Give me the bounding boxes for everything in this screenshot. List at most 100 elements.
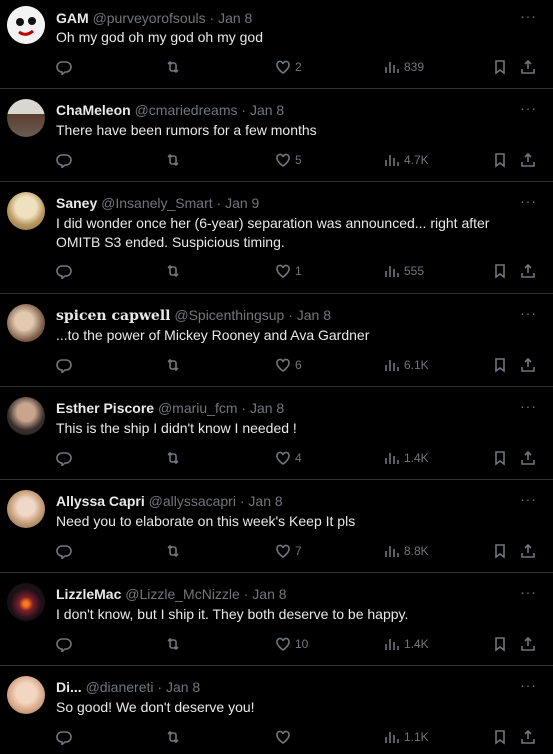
tweet[interactable]: Di... @dianereti · Jan 8 ··· So good! We… xyxy=(0,666,553,754)
more-options-icon[interactable]: ··· xyxy=(520,100,537,116)
like-button[interactable]: 4 xyxy=(275,449,302,467)
like-button[interactable]: 7 xyxy=(275,542,302,560)
user-name[interactable]: spicen capwell xyxy=(56,308,170,324)
like-button[interactable] xyxy=(275,728,295,746)
bookmark-button[interactable] xyxy=(492,356,508,374)
tweet[interactable]: GAM @purveyorofsouls · Jan 8 ··· Oh my g… xyxy=(0,0,553,89)
reply-button[interactable] xyxy=(56,728,72,746)
more-options-icon[interactable]: ··· xyxy=(520,677,537,693)
like-button[interactable]: 1 xyxy=(275,262,302,280)
views-button[interactable]: 839 xyxy=(384,58,424,76)
reply-button[interactable] xyxy=(56,262,72,280)
share-button[interactable] xyxy=(520,356,536,374)
avatar[interactable] xyxy=(7,397,45,435)
retweet-button[interactable] xyxy=(165,635,181,653)
share-button[interactable] xyxy=(520,151,536,169)
user-name[interactable]: Di... xyxy=(56,679,82,695)
retweet-icon xyxy=(167,264,179,278)
retweet-button[interactable] xyxy=(165,356,181,374)
timestamp[interactable]: Jan 8 xyxy=(252,586,286,602)
timestamp[interactable]: Jan 8 xyxy=(297,307,331,323)
more-options-icon[interactable]: ··· xyxy=(520,584,537,600)
more-options-icon[interactable]: ··· xyxy=(520,305,537,321)
reply-button[interactable] xyxy=(56,449,72,467)
user-handle[interactable]: @purveyorofsouls xyxy=(93,10,206,26)
tweet[interactable]: Allyssa Capri @allyssacapri · Jan 8 ··· … xyxy=(0,480,553,573)
views-button[interactable]: 555 xyxy=(384,262,424,280)
user-handle[interactable]: @dianereti xyxy=(86,679,154,695)
tweet[interactable]: LizzleMac @Lizzle_McNizzle · Jan 8 ··· I… xyxy=(0,573,553,666)
user-handle[interactable]: @Spicenthingsup xyxy=(174,307,284,323)
views-button[interactable]: 1.4K xyxy=(384,449,429,467)
views-button[interactable]: 1.4K xyxy=(384,635,429,653)
bookmark-button[interactable] xyxy=(492,542,508,560)
avatar[interactable] xyxy=(7,676,45,714)
tweet[interactable]: spicen capwell @Spicenthingsup · Jan 8 ·… xyxy=(0,294,553,387)
avatar[interactable] xyxy=(7,304,45,342)
share-button[interactable] xyxy=(520,728,536,746)
share-button[interactable] xyxy=(520,449,536,467)
views-button[interactable]: 1.1K xyxy=(384,728,429,746)
share-button[interactable] xyxy=(520,262,536,280)
user-name[interactable]: Esther Piscore xyxy=(56,400,154,416)
retweet-button[interactable] xyxy=(165,151,181,169)
bookmark-button[interactable] xyxy=(492,635,508,653)
reply-button[interactable] xyxy=(56,58,72,76)
more-options-icon[interactable]: ··· xyxy=(520,491,537,507)
views-button[interactable]: 4.7K xyxy=(384,151,429,169)
user-name[interactable]: Saney xyxy=(56,195,97,211)
more-options-icon[interactable]: ··· xyxy=(520,8,537,24)
avatar[interactable] xyxy=(7,490,45,528)
like-button[interactable]: 2 xyxy=(275,58,302,76)
user-handle[interactable]: @cmariedreams xyxy=(135,102,238,118)
retweet-button[interactable] xyxy=(165,262,181,280)
tweet[interactable]: ChaMeleon @cmariedreams · Jan 8 ··· Ther… xyxy=(0,89,553,182)
timestamp[interactable]: Jan 9 xyxy=(225,195,259,211)
avatar[interactable] xyxy=(7,583,45,621)
more-options-icon[interactable]: ··· xyxy=(520,398,537,414)
timestamp[interactable]: Jan 8 xyxy=(250,400,284,416)
user-handle[interactable]: @Insanely_Smart xyxy=(101,195,212,211)
retweet-button[interactable] xyxy=(165,728,181,746)
user-name[interactable]: Allyssa Capri xyxy=(56,493,145,509)
timestamp[interactable]: Jan 8 xyxy=(250,102,284,118)
user-handle[interactable]: @Lizzle_McNizzle xyxy=(125,586,240,602)
like-button[interactable]: 5 xyxy=(275,151,302,169)
bookmark-button[interactable] xyxy=(492,728,508,746)
views-button[interactable]: 8.8K xyxy=(384,542,429,560)
view-count: 1.1K xyxy=(404,730,429,744)
bookmark-button[interactable] xyxy=(492,151,508,169)
share-button[interactable] xyxy=(520,635,536,653)
reply-button[interactable] xyxy=(56,151,72,169)
reply-button[interactable] xyxy=(56,356,72,374)
retweet-button[interactable] xyxy=(165,449,181,467)
bookmark-button[interactable] xyxy=(492,58,508,76)
share-button[interactable] xyxy=(520,58,536,76)
reply-button[interactable] xyxy=(56,635,72,653)
tweet-text: There have been rumors for a few months xyxy=(56,122,317,138)
avatar[interactable] xyxy=(7,99,45,137)
like-button[interactable]: 10 xyxy=(275,635,308,653)
retweet-button[interactable] xyxy=(165,58,181,76)
user-name[interactable]: LizzleMac xyxy=(56,586,121,602)
timestamp[interactable]: Jan 8 xyxy=(166,679,200,695)
share-button[interactable] xyxy=(520,542,536,560)
tweet[interactable]: Saney @Insanely_Smart · Jan 9 ··· I did … xyxy=(0,182,553,294)
avatar[interactable] xyxy=(7,192,45,230)
bookmark-button[interactable] xyxy=(492,262,508,280)
bookmark-button[interactable] xyxy=(492,449,508,467)
timestamp[interactable]: Jan 8 xyxy=(248,493,282,509)
user-name[interactable]: GAM xyxy=(56,10,89,26)
user-handle[interactable]: @mariu_fcm xyxy=(158,400,238,416)
avatar[interactable] xyxy=(7,6,45,44)
retweet-button[interactable] xyxy=(165,542,181,560)
tweet[interactable]: Esther Piscore @mariu_fcm · Jan 8 ··· Th… xyxy=(0,387,553,480)
user-handle[interactable]: @allyssacapri xyxy=(149,493,236,509)
user-name[interactable]: ChaMeleon xyxy=(56,102,131,118)
views-button[interactable]: 6.1K xyxy=(384,356,429,374)
reply-button[interactable] xyxy=(56,542,72,560)
share-icon xyxy=(521,152,535,167)
timestamp[interactable]: Jan 8 xyxy=(218,10,252,26)
more-options-icon[interactable]: ··· xyxy=(520,193,537,209)
like-button[interactable]: 6 xyxy=(275,356,302,374)
